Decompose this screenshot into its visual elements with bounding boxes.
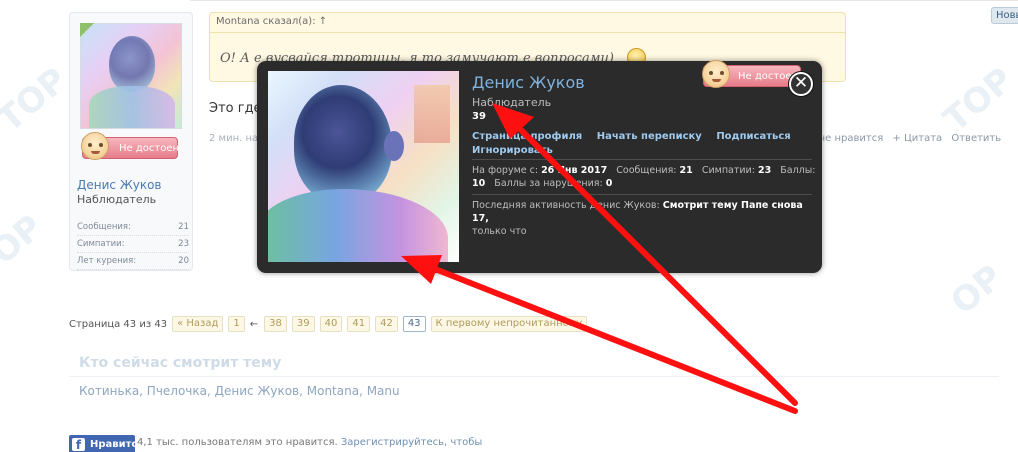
facebook-like-text: 4,1 тыс. пользователям это нравится. Зар… [137,437,483,448]
facebook-like-label: Нравится [90,439,144,450]
post-timestamp[interactable]: 2 мин. на [209,133,258,144]
divider [472,159,812,160]
facebook-icon: f [72,438,85,452]
member-avatar[interactable] [268,71,459,262]
viewers-heading: Кто сейчас смотрит тему [79,355,282,371]
member-role: Наблюдатель [472,96,552,109]
user-avatar[interactable] [80,23,182,129]
top-divider [190,0,1018,1]
page-link[interactable]: 1 [228,316,245,332]
new-button[interactable]: Новы [991,7,1018,24]
watermark: ОР [0,207,51,273]
member-links: Страница профиля Начать переписку Подпис… [472,130,812,158]
watermark: ТОР [0,59,75,141]
user-role: Наблюдатель [77,193,157,206]
profile-link[interactable]: Страница профиля [472,131,582,142]
quote-header[interactable]: Montana сказал(а): ↑ [210,13,845,33]
user-name-link[interactable]: Денис Жуков [77,178,162,192]
page-link[interactable]: 40 [319,316,343,332]
close-icon[interactable]: ✕ [789,72,813,96]
reply-link[interactable]: Ответить [951,133,1001,144]
member-last-activity: Последняя активность Денис Жуков: Смотри… [472,200,803,237]
post-text: Это где [209,101,262,116]
page-link[interactable]: 42 [375,316,398,332]
rank-badge: Не достоен [702,60,801,88]
first-unread-button[interactable]: К первому непрочитанному [430,316,588,332]
user-stats: Сообщения: 21 Симпатии: 23 Лет курения: 20 [77,219,189,270]
pagination: Страница 43 из 43 « Назад 1 ← 38 39 40 4… [69,315,592,333]
ignore-link[interactable]: Игнорировать [472,145,553,156]
register-link[interactable]: Зарегистрируйтесь, чтобы [341,437,482,448]
current-page: 43 [402,316,426,332]
smiley-icon [81,132,109,160]
post-actions: Мне нравится + Цитата Ответить [810,133,1007,144]
page-label: Страница 43 из 43 [69,318,168,330]
member-name[interactable]: Денис Жуков [472,73,585,92]
start-conversation-link[interactable]: Начать переписку [597,131,702,142]
member-tooltip: Денис Жуков Наблюдатель 39 Страница проф… [257,60,822,273]
annotation-arrow [427,264,798,414]
rank-badge: Не достоен [81,132,180,160]
ellipsis-arrow-icon[interactable]: ← [250,319,258,330]
page-link[interactable]: 39 [291,316,315,332]
watermark: ТОР [936,59,1018,141]
divider [69,376,999,377]
user-card: Не достоен Денис Жуков Наблюдатель Сообщ… [69,12,193,271]
quote-link[interactable]: + Цитата [892,133,942,144]
facebook-like-button[interactable]: f Нравится [69,435,144,452]
smiley-icon [702,60,730,88]
member-id: 39 [472,111,486,122]
online-indicator [80,23,94,37]
divider [472,194,812,195]
stat-row: Лет курения: 20 [77,253,189,270]
watermark: ОР [943,257,1011,323]
member-stats: На форуме с: 26 Янв 2017 Сообщения: 21 С… [472,165,816,189]
page-link[interactable]: 41 [347,316,371,332]
stat-row: Сообщения: 21 [77,219,189,236]
viewers-list[interactable]: Котинька, Пчелочка, Денис Жуков, Montana… [79,384,400,398]
prev-page-button[interactable]: « Назад [172,316,224,332]
page-link[interactable]: 38 [264,316,287,332]
follow-link[interactable]: Подписаться [716,131,790,142]
stat-row: Симпатии: 23 [77,236,189,253]
rank-badge-label: Не достоен [119,143,180,154]
